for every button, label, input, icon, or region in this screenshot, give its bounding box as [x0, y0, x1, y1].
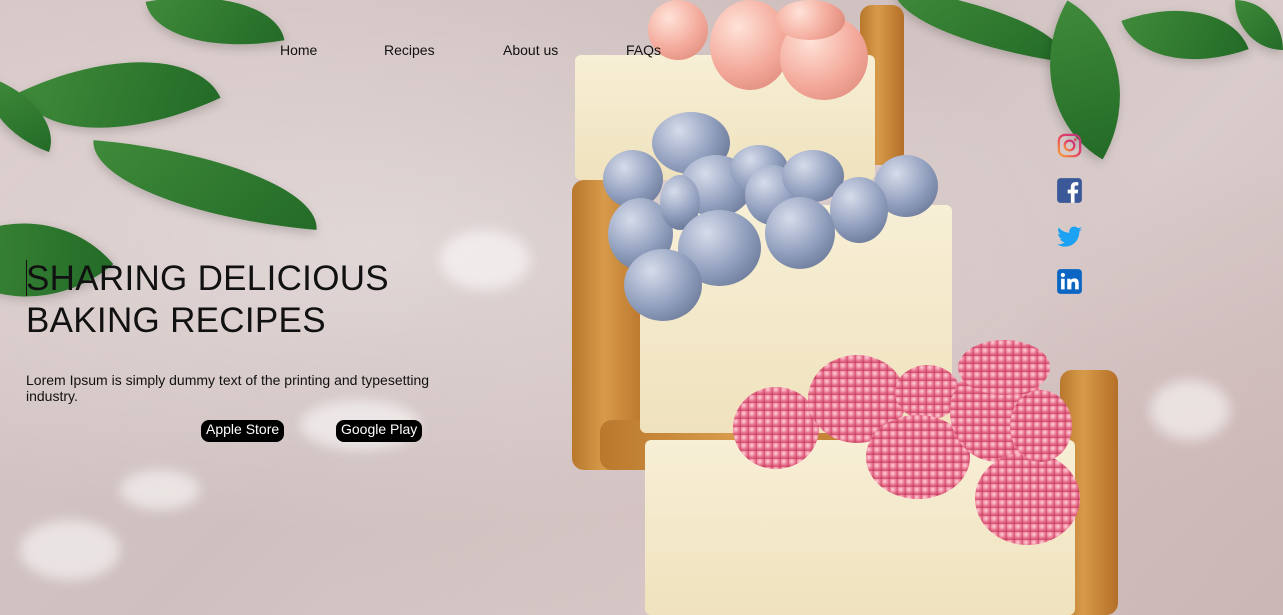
instagram-icon[interactable]: [1056, 132, 1083, 159]
twitter-icon[interactable]: [1056, 223, 1083, 250]
nav-link-faqs[interactable]: FAQs: [626, 42, 661, 58]
apple-store-button[interactable]: Apple Store: [201, 420, 285, 442]
facebook-icon[interactable]: [1056, 177, 1083, 204]
hero-title-line-1: SHARING DELICIOUS: [26, 259, 389, 298]
nav-link-home[interactable]: Home: [280, 42, 317, 58]
hero-description: Lorem Ipsum is simply dummy text of the …: [26, 372, 430, 404]
nav-link-recipes[interactable]: Recipes: [384, 42, 435, 58]
nav-link-about-us[interactable]: About us: [503, 42, 558, 58]
hero-title-line-2: BAKING RECIPES: [26, 301, 326, 340]
hero-title: SHARING DELICIOUS BAKING RECIPES: [26, 258, 446, 342]
google-play-button[interactable]: Google Play: [336, 420, 423, 442]
linkedin-icon[interactable]: [1056, 268, 1083, 295]
